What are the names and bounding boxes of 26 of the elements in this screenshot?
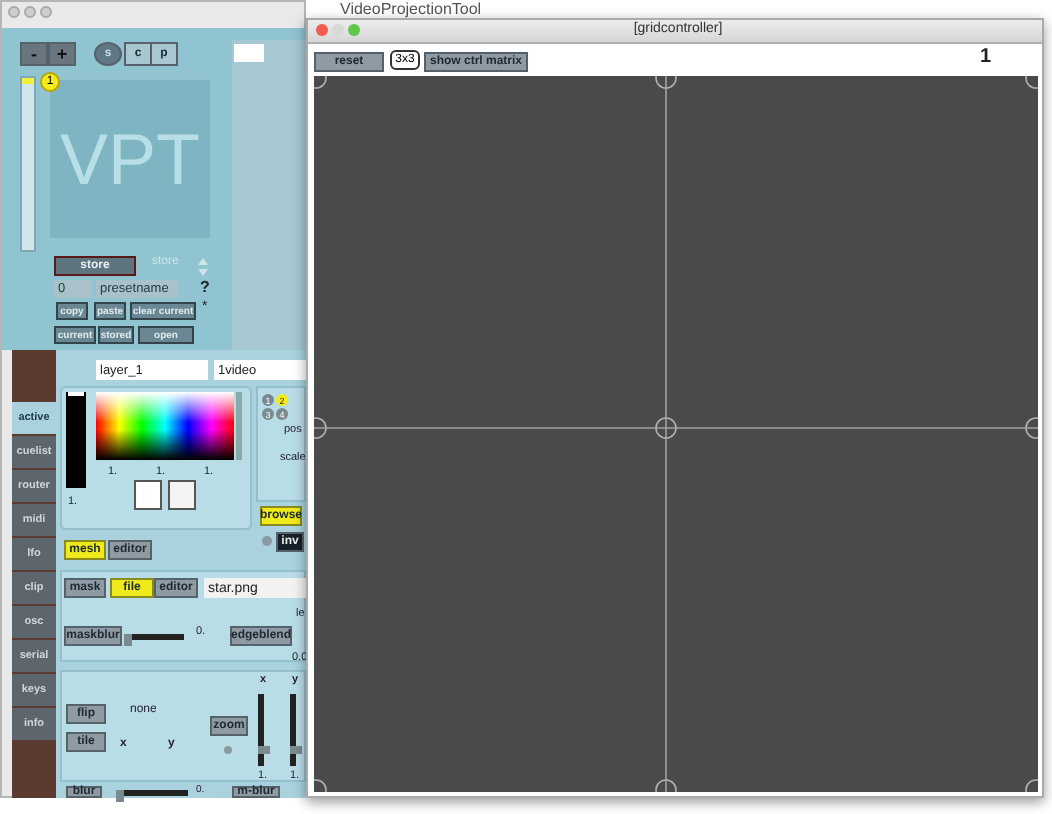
maskblur-slider[interactable] — [124, 634, 184, 640]
slider-thumb[interactable] — [124, 634, 132, 646]
plus-button[interactable]: + — [48, 42, 76, 66]
slider-thumb[interactable] — [116, 790, 124, 802]
slider-thumb[interactable] — [22, 78, 34, 84]
status-dot — [224, 746, 232, 754]
window-title: VideoProjectionTool — [340, 0, 482, 18]
slider-thumb[interactable] — [290, 745, 302, 754]
color-picker[interactable] — [96, 392, 234, 460]
slider-thumb[interactable] — [258, 745, 270, 754]
help-label: ? — [200, 278, 210, 296]
blur-slider[interactable] — [116, 790, 188, 796]
minus-button[interactable]: - — [20, 42, 48, 66]
transform-section — [256, 386, 306, 502]
color-swatch[interactable] — [134, 480, 162, 510]
zoom-slider[interactable] — [290, 694, 296, 766]
zoom-slider[interactable] — [258, 694, 264, 766]
preset-slider[interactable] — [20, 76, 36, 252]
layer-number: 1 — [980, 46, 992, 68]
scrollbar — [236, 392, 242, 460]
brightness-slider[interactable] — [66, 392, 86, 488]
color-swatch — [234, 44, 264, 62]
status-dot — [262, 536, 272, 546]
color-swatch[interactable] — [168, 480, 196, 510]
updown-icon[interactable] — [198, 258, 208, 276]
logo: VPT — [59, 119, 200, 199]
